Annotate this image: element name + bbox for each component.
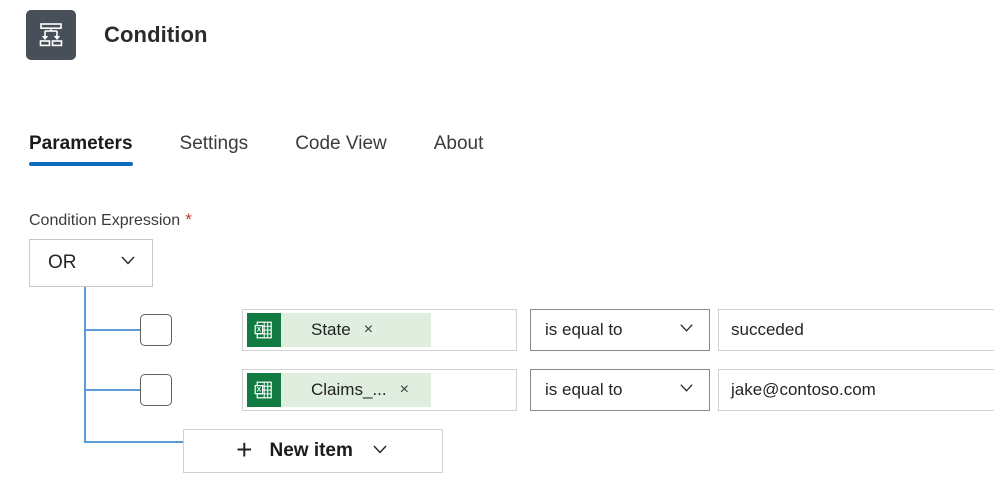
new-item-label: New item (269, 440, 352, 462)
value-input[interactable]: jake@contoso.com (718, 369, 994, 411)
connector-branch-new-item (84, 441, 184, 443)
chevron-down-icon (677, 318, 696, 342)
operand-token: X Claims_... × (247, 373, 431, 407)
tab-parameters[interactable]: Parameters (29, 133, 133, 166)
operator-select[interactable]: is equal to (530, 369, 710, 411)
operand-token-field[interactable]: X Claims_... × (242, 369, 517, 411)
chevron-down-icon (370, 439, 390, 464)
new-item-button[interactable]: + New item (183, 429, 443, 473)
group-operator-value: OR (48, 252, 77, 274)
condition-row: X Claims_... × is equal to jake@contoso.… (140, 369, 994, 411)
svg-text:X: X (257, 387, 262, 394)
svg-text:X: X (257, 327, 262, 334)
close-icon[interactable]: × (360, 320, 377, 340)
field-label-text: Condition Expression (29, 212, 180, 230)
operator-select[interactable]: is equal to (530, 309, 710, 351)
tab-bar: Parameters Settings Code View About (0, 124, 994, 166)
chevron-down-icon (118, 250, 138, 276)
plus-icon: + (236, 436, 252, 464)
chevron-down-icon (677, 378, 696, 402)
excel-icon: X (247, 373, 281, 407)
operand-token-label: Claims_... (311, 380, 387, 400)
condition-expression-label: Condition Expression * (29, 210, 994, 230)
value-input-text: jake@contoso.com (731, 380, 876, 400)
condition-branch-icon (26, 10, 76, 60)
connector-branch-row1 (84, 329, 140, 331)
close-icon[interactable]: × (396, 380, 413, 400)
operand-token-field[interactable]: X State × (242, 309, 517, 351)
connector-branch-row2 (84, 389, 140, 391)
tab-code-view[interactable]: Code View (295, 133, 387, 166)
operand-token: X State × (247, 313, 431, 347)
required-asterisk: * (185, 210, 192, 230)
value-input-text: succeded (731, 320, 804, 340)
operator-value: is equal to (545, 380, 623, 400)
connector-trunk (84, 287, 86, 443)
condition-expression-builder: OR X (0, 239, 994, 479)
group-operator-select[interactable]: OR (29, 239, 153, 287)
condition-row: X State × is equal to succeded (140, 309, 994, 351)
value-input[interactable]: succeded (718, 309, 994, 351)
panel-header: Condition (0, 0, 994, 58)
excel-icon: X (247, 313, 281, 347)
row-checkbox[interactable] (140, 374, 172, 406)
tab-settings[interactable]: Settings (180, 133, 249, 166)
operand-token-label: State (311, 320, 351, 340)
page-title: Condition (104, 22, 208, 48)
operator-value: is equal to (545, 320, 623, 340)
row-checkbox[interactable] (140, 314, 172, 346)
tab-about[interactable]: About (434, 133, 484, 166)
